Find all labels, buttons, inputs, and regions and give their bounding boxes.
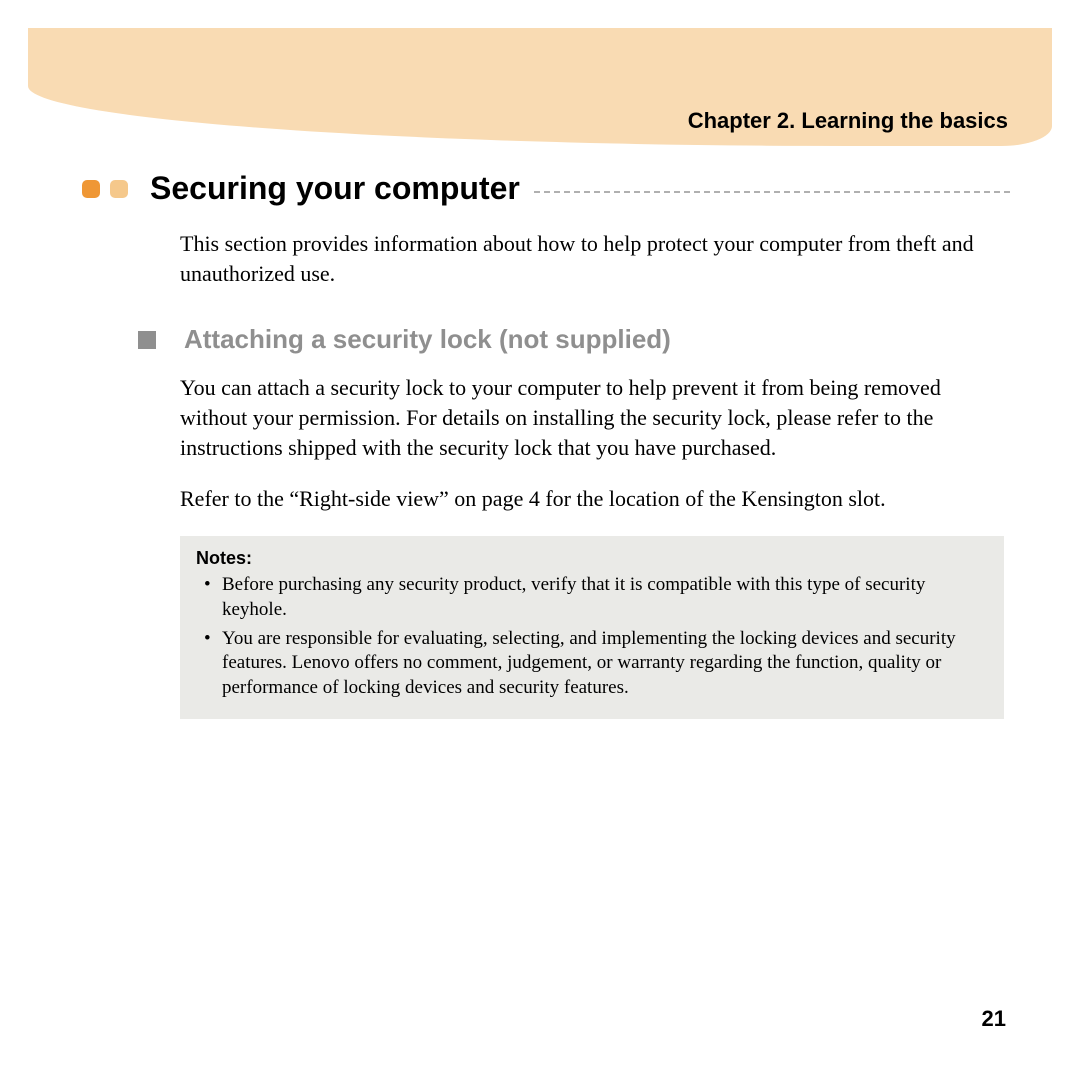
body-paragraph-1: You can attach a security lock to your c… <box>180 373 1000 462</box>
note-text: Before purchasing any security product, … <box>222 573 988 622</box>
notes-list: • Before purchasing any security product… <box>196 573 988 700</box>
document-page: Chapter 2. Learning the basics Securing … <box>0 0 1080 1080</box>
heading-dashed-rule <box>534 191 1010 193</box>
list-item: • You are responsible for evaluating, se… <box>196 627 988 701</box>
square-bullet-icon <box>138 331 156 349</box>
list-item: • Before purchasing any security product… <box>196 573 988 622</box>
section-heading: Securing your computer <box>150 170 520 207</box>
notes-box: Notes: • Before purchasing any security … <box>180 536 1004 718</box>
body-paragraph-2: Refer to the “Right-side view” on page 4… <box>180 484 1000 514</box>
chapter-title: Chapter 2. Learning the basics <box>688 108 1008 134</box>
notes-label: Notes: <box>196 548 988 569</box>
bullet-light-icon <box>110 180 128 198</box>
content-area: Securing your computer This section prov… <box>80 170 1010 719</box>
intro-paragraph: This section provides information about … <box>180 229 1000 288</box>
heading-row: Securing your computer <box>80 170 1010 207</box>
subheading-row: Attaching a security lock (not supplied) <box>138 324 1010 355</box>
subsection-heading: Attaching a security lock (not supplied) <box>184 324 671 355</box>
bullet-orange-icon <box>82 180 100 198</box>
note-text: You are responsible for evaluating, sele… <box>222 627 988 701</box>
heading-bullets-icon <box>82 180 128 198</box>
bullet-dot-icon: • <box>196 627 222 701</box>
bullet-dot-icon: • <box>196 573 222 622</box>
page-number: 21 <box>982 1006 1006 1032</box>
